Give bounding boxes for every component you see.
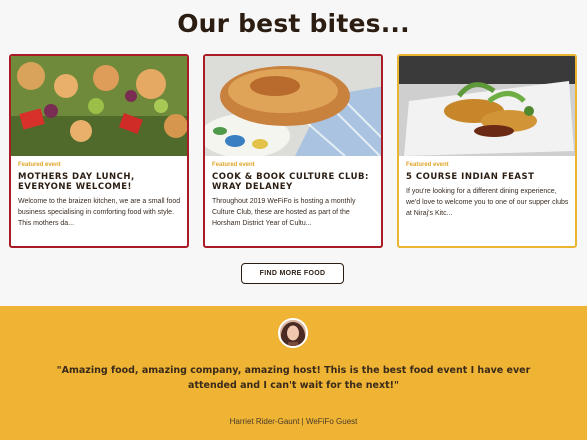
section-heading: Our best bites... (177, 9, 410, 38)
event-description: If you're looking for a different dining… (406, 188, 569, 217)
featured-event-tag: Featured event (406, 162, 449, 168)
event-description: Welcome to the braizen kitchen, we are a… (18, 198, 181, 227)
testimonial-author: Harriet Rider-Gaunt | WeFiFo Guest (229, 417, 358, 426)
find-more-food-button[interactable]: FIND MORE FOOD (241, 263, 344, 284)
featured-event-tag: Featured event (18, 162, 61, 168)
event-image-pancakes[interactable] (205, 56, 381, 156)
featured-event-tag: Featured event (212, 162, 255, 168)
testimonial-quote: "Amazing food, amazing company, amazing … (56, 365, 531, 391)
event-description: Throughout 2019 WeFiFo is hosting a mont… (212, 198, 356, 227)
event-title[interactable]: MOTHERS DAY LUNCH, EVERYONE WELCOME! (18, 172, 181, 192)
event-title[interactable]: 5 COURSE INDIAN FEAST (406, 172, 569, 182)
event-card-indian-feast[interactable]: Featured event 5 COURSE INDIAN FEAST If … (397, 54, 577, 248)
testimonial-section: "Amazing food, amazing company, amazing … (0, 306, 587, 440)
event-card-culture-club[interactable]: Featured event COOK & BOOK CULTURE CLUB:… (203, 54, 383, 248)
event-image-shrimp-salad[interactable] (11, 56, 187, 156)
avatar (278, 318, 308, 348)
event-card-mothers-day[interactable]: Featured event MOTHERS DAY LUNCH, EVERYO… (9, 54, 189, 248)
event-image-indian-dish[interactable] (399, 56, 575, 156)
event-title[interactable]: COOK & BOOK CULTURE CLUB: WRAY DELANEY (212, 172, 375, 192)
